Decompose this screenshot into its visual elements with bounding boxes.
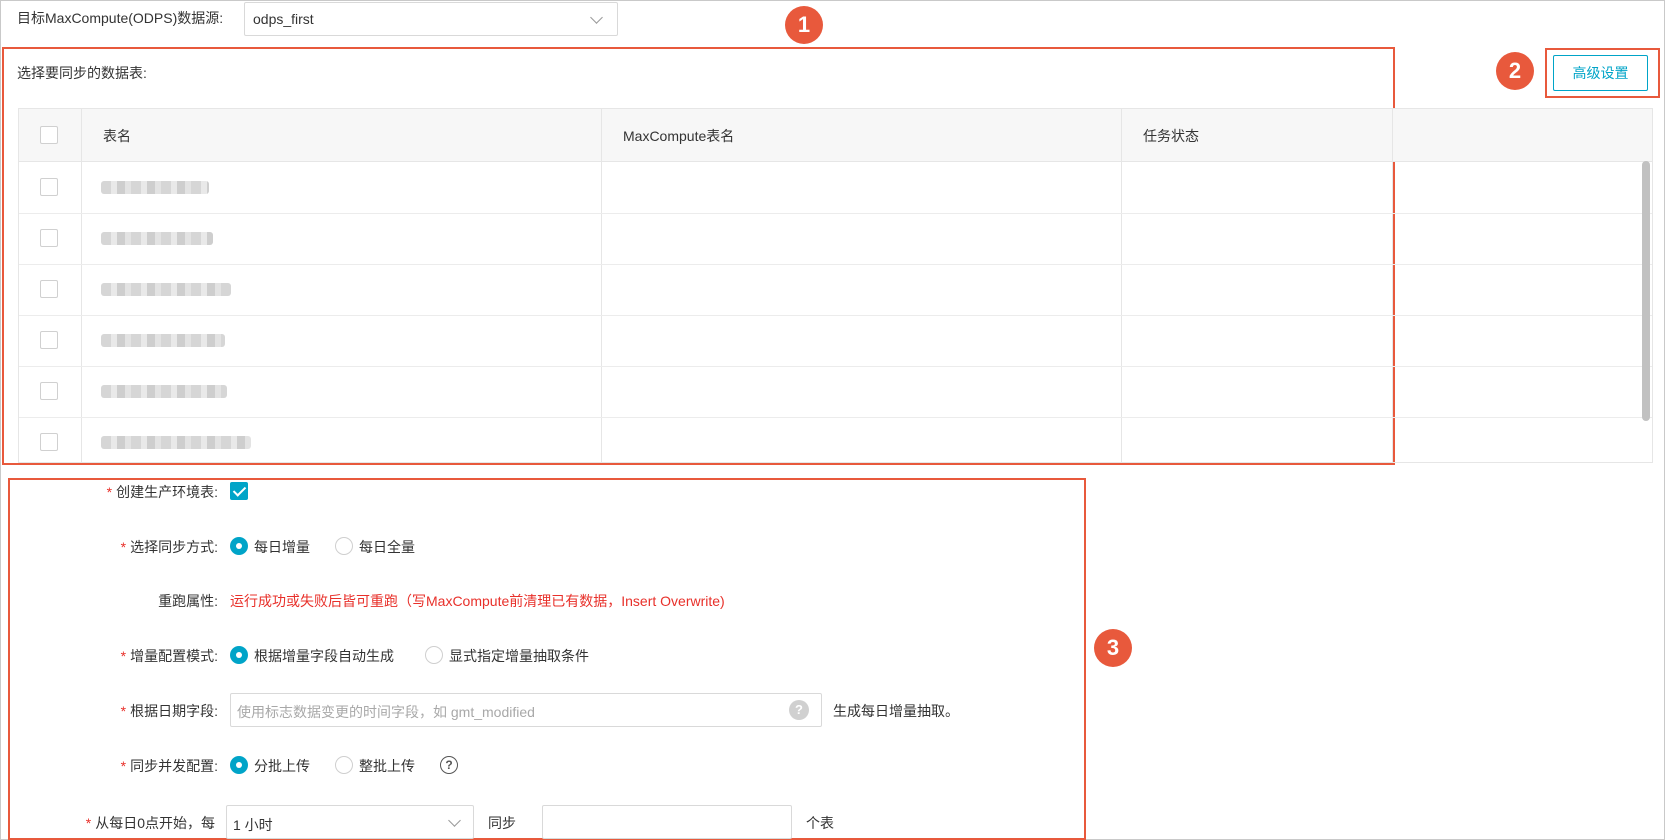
annotation-badge-2: 2 [1496, 52, 1534, 90]
schedule-label: * 从每日0点开始，每 [85, 815, 215, 831]
concurrency-label: * 同步并发配置: [120, 758, 218, 774]
incr-mode-auto-radio[interactable] [230, 646, 248, 664]
chevron-down-icon [448, 814, 461, 827]
column-header-task-status: 任务状态 [1143, 128, 1199, 144]
row-checkbox[interactable] [40, 280, 58, 298]
sync-mode-daily-incremental-radio[interactable] [230, 537, 248, 555]
schedule-table-count-input[interactable] [542, 805, 792, 839]
table-header: 表名 MaxCompute表名 任务状态 [19, 109, 1652, 162]
create-prod-table-checkbox[interactable] [230, 482, 248, 500]
select-all-checkbox[interactable] [40, 126, 58, 144]
rerun-value: 运行成功或失败后皆可重跑（写MaxCompute前清理已有数据，Insert O… [230, 593, 725, 609]
redacted-table-name [101, 181, 209, 194]
row-checkbox[interactable] [40, 229, 58, 247]
help-icon[interactable]: ? [789, 700, 809, 720]
advanced-settings-button[interactable]: 高级设置 [1553, 55, 1648, 91]
date-field-label: * 根据日期字段: [120, 703, 218, 719]
tables-grid: 表名 MaxCompute表名 任务状态 [18, 108, 1653, 463]
incr-mode-option-label: 显式指定增量抽取条件 [449, 648, 589, 664]
sync-mode-daily-full-radio[interactable] [335, 537, 353, 555]
table-row[interactable] [19, 162, 1652, 214]
redacted-table-name [101, 232, 213, 245]
chevron-down-icon [590, 11, 603, 24]
sync-mode-label: * 选择同步方式: [120, 539, 218, 555]
sync-mode-option-label: 每日增量 [254, 539, 310, 555]
redacted-table-name [101, 385, 227, 398]
table-scrollbar[interactable] [1642, 161, 1650, 421]
row-checkbox[interactable] [40, 433, 58, 451]
annotation-badge-1: 1 [785, 6, 823, 44]
datasource-select[interactable]: odps_first [244, 2, 618, 36]
table-row[interactable] [19, 264, 1652, 316]
table-section-label: 选择要同步的数据表: [17, 65, 147, 81]
sync-mode-option-label: 每日全量 [359, 539, 415, 555]
incr-mode-explicit-radio[interactable] [425, 646, 443, 664]
redacted-table-name [101, 283, 231, 296]
incr-mode-option-label: 根据增量字段自动生成 [254, 648, 394, 664]
column-header-mc-table-name: MaxCompute表名 [623, 128, 735, 144]
help-icon[interactable]: ? [440, 756, 458, 774]
schedule-mid-label: 同步 [488, 815, 516, 831]
annotation-badge-3: 3 [1094, 629, 1132, 667]
schedule-interval-select[interactable]: 1 小时 [226, 805, 474, 839]
create-prod-table-label: * 创建生产环境表: [106, 484, 218, 500]
datasource-label: 目标MaxCompute(ODPS)数据源: [17, 10, 224, 26]
date-field-placeholder: 使用标志数据变更的时间字段，如 gmt_modified [237, 704, 535, 720]
concurrency-option-label: 分批上传 [254, 758, 310, 774]
concurrency-whole-radio[interactable] [335, 756, 353, 774]
table-row[interactable] [19, 213, 1652, 265]
table-row[interactable] [19, 366, 1652, 418]
table-row[interactable] [19, 315, 1652, 367]
row-checkbox[interactable] [40, 178, 58, 196]
concurrency-option-label: 整批上传 [359, 758, 415, 774]
column-header-table-name: 表名 [103, 128, 131, 144]
schedule-suffix: 个表 [806, 815, 834, 831]
schedule-interval-value: 1 小时 [233, 817, 273, 833]
incr-mode-label: * 增量配置模式: [120, 648, 218, 664]
row-checkbox[interactable] [40, 331, 58, 349]
row-checkbox[interactable] [40, 382, 58, 400]
date-field-suffix: 生成每日增量抽取。 [833, 703, 959, 719]
redacted-table-name [101, 436, 251, 449]
table-row[interactable] [19, 417, 1652, 468]
date-field-input[interactable]: 使用标志数据变更的时间字段，如 gmt_modified ? [230, 693, 822, 727]
concurrency-batch-radio[interactable] [230, 756, 248, 774]
redacted-table-name [101, 334, 225, 347]
datasource-value: odps_first [253, 11, 314, 27]
rerun-label: 重跑属性: [158, 593, 218, 609]
